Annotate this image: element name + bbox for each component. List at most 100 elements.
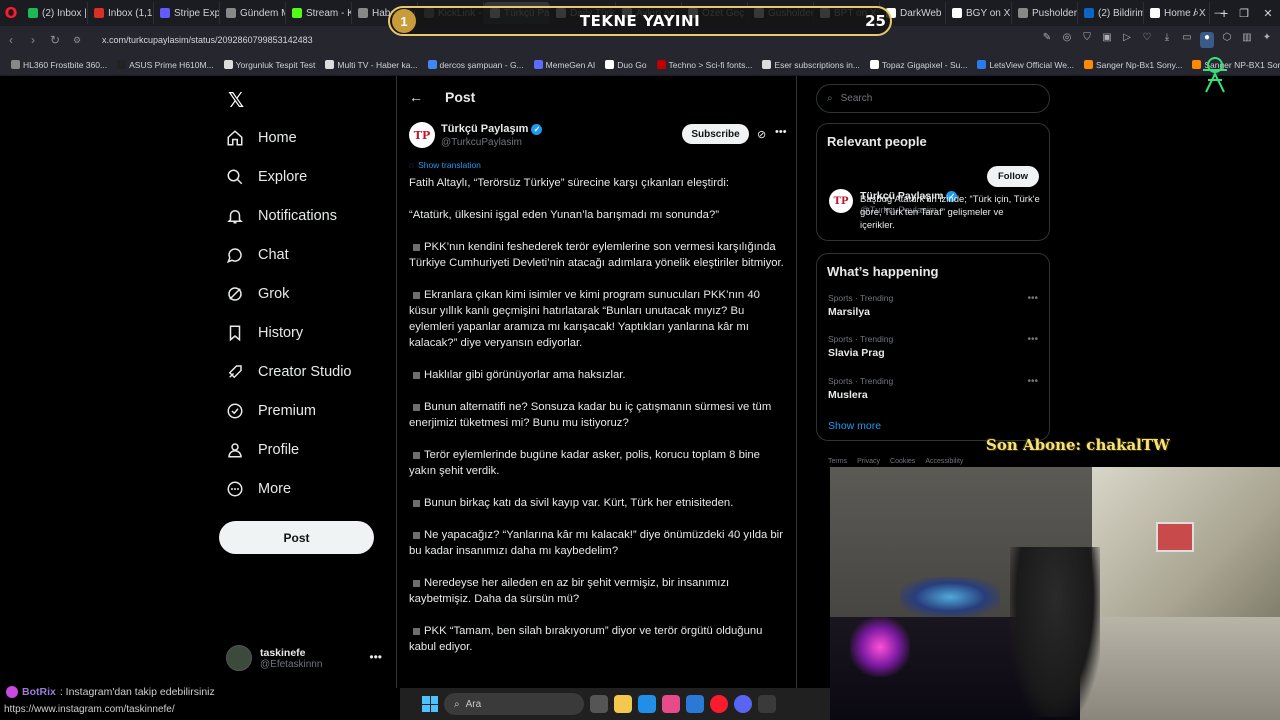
footer-link[interactable]: Privacy [857,458,880,465]
author-name-row[interactable]: Türkçü Paylaşım ✓ [441,123,543,135]
bookmark-item[interactable]: MemeGen AI [529,60,601,70]
sidebar-item-home[interactable]: Home [220,118,400,157]
tab-favicon-icon [94,8,104,18]
profile-icon [226,441,244,459]
browser-tab[interactable]: Stripe Expr [154,2,220,24]
sidebar-item-creator-studio[interactable]: Creator Studio [220,352,400,391]
browser-tab[interactable]: Inbox (1,1 [88,2,154,24]
trend-item[interactable]: Sports · Trending Muslera ••• [828,376,1038,401]
trend-more-icon[interactable]: ••• [1027,293,1038,304]
bookmark-label: dercos şampuan - G... [439,59,524,70]
file-explorer-icon[interactable] [614,695,632,713]
shield-icon[interactable]: ⛉ [1080,32,1094,48]
bookmark-item[interactable]: Multi TV - Haber ka... [320,60,422,70]
opera-logo[interactable]: O [0,0,22,26]
address-bar-actions: ✎ ◎ ⛉ ▣ ▷ ♡ ⤓ ▭ ● ⬡ ▥ ✦ [1040,32,1274,48]
site-info-icon[interactable]: ⚙ [66,35,88,46]
sidebar-item-profile[interactable]: Profile [220,430,400,469]
play-icon[interactable]: ▷ [1120,32,1134,48]
opera-taskbar-icon[interactable] [710,695,728,713]
x-logo[interactable]: 𝕏 [228,88,244,112]
trend-more-icon[interactable]: ••• [1027,334,1038,345]
sidebar-item-premium[interactable]: Premium [220,391,400,430]
taskbar-search[interactable]: ⌕ Ara [444,693,584,715]
more-icon[interactable]: ••• [369,650,382,664]
search-tabs-icon[interactable]: ⌕ [1184,7,1208,20]
sidebar-icon[interactable]: ▥ [1240,32,1254,48]
bookmark-favicon-icon [869,60,879,69]
task-view-icon[interactable] [590,695,608,713]
post-button[interactable]: Post [219,521,374,554]
close-window-button[interactable]: ✕ [1256,7,1280,20]
bookmark-label: Eser subscriptions in... [774,59,860,70]
relevant-avatar[interactable]: TP [829,189,853,213]
trend-item[interactable]: Sports · Trending Marsilya ••• [828,293,1038,318]
bookmark-item[interactable]: ASUS Prime H610M... [112,60,219,70]
discord-icon[interactable] [734,695,752,713]
browser-tab[interactable]: (2) Bildirim [1078,2,1144,24]
tab-favicon-icon [952,8,962,18]
url-field[interactable]: x.com/turkcupaylasim/status/209286079985… [102,35,313,45]
trend-more-icon[interactable]: ••• [1027,376,1038,387]
sidebar-item-grok[interactable]: Grok [220,274,400,313]
author-avatar[interactable]: TP [409,122,435,148]
footer-link[interactable]: Accessibility [925,458,963,465]
bookmark-item[interactable]: Duo Go [600,60,651,70]
sidebar-item-history[interactable]: History [220,313,400,352]
post-more-icon[interactable]: ••• [775,126,787,138]
sidebar-item-explore[interactable]: Explore [220,157,400,196]
sidebar-item-notifications[interactable]: Notifications [220,196,400,235]
footer-link[interactable]: Cookies [890,458,915,465]
windows-start-icon[interactable] [422,696,438,712]
banner-left-number: 1 [392,9,416,33]
bullet-icon [413,291,420,299]
maximize-button[interactable]: ❐ [1232,7,1256,20]
wallet-icon[interactable]: ▭ [1180,32,1194,48]
back-icon[interactable]: ‹ [0,33,22,47]
bookmark-item[interactable]: dercos şampuan - G... [423,60,529,70]
bookmark-item[interactable]: LetsView Official We... [972,60,1079,70]
grok-icon[interactable]: ⊘ [757,128,766,141]
footer-link[interactable]: Terms [828,458,847,465]
sidebar-item-more[interactable]: More [220,469,400,508]
account-switcher[interactable]: taskinefe @Efetaskinnn ••• [226,642,386,674]
back-arrow-icon[interactable]: ← [409,89,423,105]
sidebar-item-chat[interactable]: Chat [220,235,400,274]
bookmark-item[interactable]: Techno > Sci-fi fonts... [652,60,758,70]
ai-icon[interactable]: ✦ [1260,32,1274,48]
edge-icon[interactable] [638,695,656,713]
chat-link[interactable]: https://www.instagram.com/taskinnefe/ [4,704,175,715]
store-icon[interactable] [686,695,704,713]
profile-icon[interactable]: ● [1200,32,1214,48]
tab-favicon-icon [1018,8,1028,18]
download-icon[interactable]: ⤓ [1160,32,1174,48]
cube-icon[interactable]: ▣ [1100,32,1114,48]
heart-icon[interactable]: ♡ [1140,32,1154,48]
minimize-button[interactable]: — [1208,7,1232,19]
browser-tab[interactable]: Pusholder [1012,2,1078,24]
copilot-icon[interactable] [662,695,680,713]
subscribe-button[interactable]: Subscribe [682,124,749,144]
more-icon [226,480,244,498]
app-icon[interactable] [758,695,776,713]
bookmark-item[interactable]: HL360 Frostbite 360... [6,60,112,70]
browser-tab[interactable]: Stream - K [286,2,352,24]
show-more-link[interactable]: Show more [828,420,881,432]
follow-button[interactable]: Follow [987,166,1039,187]
edit-icon[interactable]: ✎ [1040,32,1054,48]
reload-icon[interactable]: ↻ [44,33,66,47]
bookmark-item[interactable]: Topaz Gigapixel - Su... [865,60,973,70]
forward-icon[interactable]: › [22,33,44,47]
extensions-icon[interactable]: ⬡ [1220,32,1234,48]
show-translation-link[interactable]: ◌ Show translation [409,160,481,170]
bookmark-item[interactable]: Yorgunluk Tespit Test [219,60,321,70]
sidebar-item-label: Explore [258,168,308,185]
bookmark-item[interactable]: Sanger Np-Bx1 Sony... [1079,60,1187,70]
browser-tab[interactable]: Gündem M [220,2,286,24]
search-input[interactable]: ⌕ Search [816,84,1050,113]
browser-tab[interactable]: BGY on X: [946,2,1012,24]
camera-icon[interactable]: ◎ [1060,32,1074,48]
bookmark-item[interactable]: Eser subscriptions in... [757,60,865,70]
trend-item[interactable]: Sports · Trending Slavia Prag ••• [828,334,1038,359]
browser-tab[interactable]: (2) Inbox | [22,2,88,24]
